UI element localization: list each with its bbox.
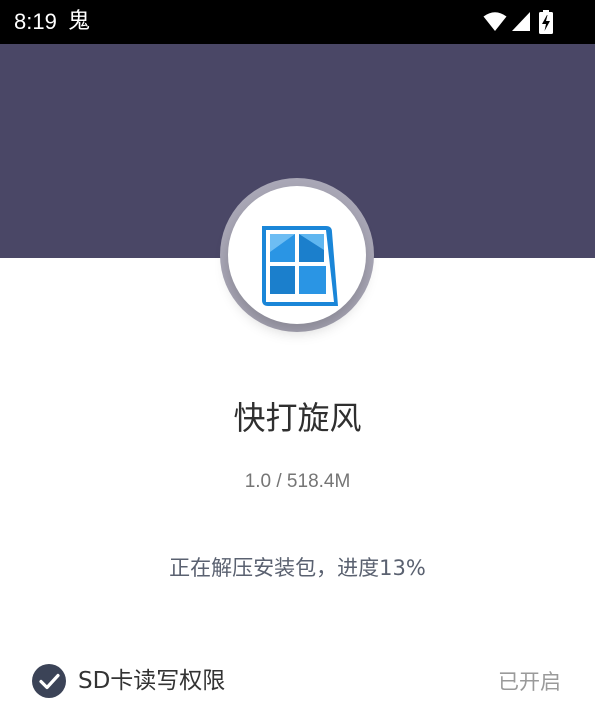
app-size-info: 1.0 / 518.4M (244, 471, 351, 492)
signal-icon (512, 12, 530, 31)
install-progress-text: 正在解压安装包，进度13% (169, 556, 426, 580)
status-bar: 8:19 鬼 (0, 0, 595, 44)
permission-status: 已开启 (498, 670, 561, 694)
battery-charging-icon (539, 10, 553, 34)
installer-screen: 8:19 鬼 快打旋风 1.0 / 518.4M 正在解压安装包，进度13% S… (0, 0, 595, 720)
app-name: 快打旋风 (233, 399, 362, 437)
permission-label: SD卡读写权限 (78, 668, 226, 694)
checkmark-icon[interactable] (32, 664, 66, 698)
wifi-icon (483, 12, 507, 31)
permission-row-sd-card[interactable]: SD卡读写权限 已开启 (0, 655, 595, 711)
status-time: 8:19 (14, 9, 57, 34)
window-grid-icon (262, 226, 338, 306)
notification-icon: 鬼 (68, 9, 91, 34)
